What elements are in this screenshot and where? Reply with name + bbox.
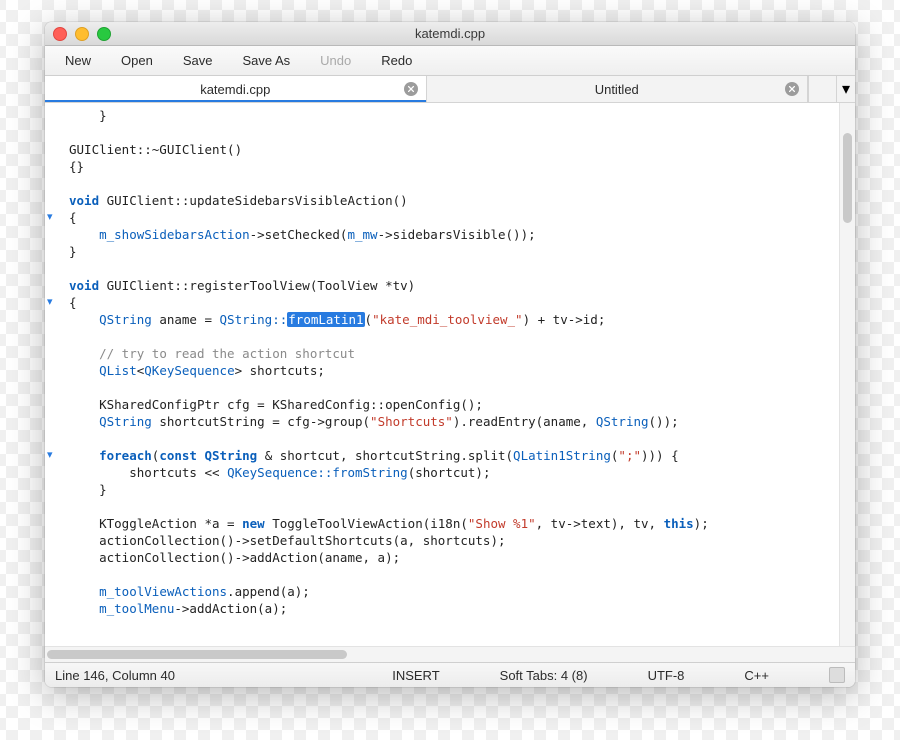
tab-katemdi-cpp[interactable]: katemdi.cpp [45, 76, 427, 102]
fold-marker-icon[interactable]: ▾ [47, 447, 53, 464]
tabbar-extras: ▾ [808, 76, 855, 102]
undo-button: Undo [306, 50, 365, 71]
open-button[interactable]: Open [107, 50, 167, 71]
code-line: // try to read the action shortcut [69, 345, 839, 362]
code-line [69, 124, 839, 141]
code-line [69, 566, 839, 583]
horizontal-scrollbar[interactable] [45, 646, 855, 662]
code-line: KSharedConfigPtr cfg = KSharedConfig::op… [69, 396, 839, 413]
window: katemdi.cpp New Open Save Save As Undo R… [45, 22, 855, 687]
code-line: { [69, 209, 839, 226]
code-line: void GUIClient::registerToolView(ToolVie… [69, 277, 839, 294]
toolbar: New Open Save Save As Undo Redo [45, 46, 855, 76]
statusbar: Line 146, Column 40 INSERT Soft Tabs: 4 … [45, 662, 855, 687]
code-line [69, 430, 839, 447]
status-cursor-position[interactable]: Line 146, Column 40 [55, 668, 175, 683]
titlebar: katemdi.cpp [45, 22, 855, 46]
code-line: m_toolViewActions.append(a); [69, 583, 839, 600]
status-edit-mode[interactable]: INSERT [392, 668, 439, 683]
tab-untitled[interactable]: Untitled [427, 76, 809, 102]
tabbar-spare[interactable] [809, 76, 837, 102]
code-line [69, 260, 839, 277]
code-line: m_showSidebarsAction->setChecked(m_mw->s… [69, 226, 839, 243]
code-line [69, 175, 839, 192]
window-title: katemdi.cpp [45, 26, 855, 41]
code-line: KToggleAction *a = new ToggleToolViewAct… [69, 515, 839, 532]
fold-marker-icon[interactable]: ▾ [47, 294, 53, 311]
fold-gutter[interactable]: ▾ ▾ ▾ [45, 103, 65, 646]
code-line: foreach(const QString & shortcut, shortc… [69, 447, 839, 464]
close-tab-icon[interactable] [785, 82, 799, 96]
code-line [69, 379, 839, 396]
code-editor[interactable]: } GUIClient::~GUIClient(){} void GUIClie… [65, 103, 839, 646]
vertical-scroll-thumb[interactable] [843, 133, 852, 223]
editor-area: ▾▾▾ } GUIClient::~GUIClient(){} void GUI… [45, 103, 855, 646]
save-as-button[interactable]: Save As [228, 50, 304, 71]
fold-marker-icon[interactable]: ▾ [47, 209, 53, 226]
tabbar-overflow-button[interactable]: ▾ [837, 76, 855, 102]
code-line: QString shortcutString = cfg->group("Sho… [69, 413, 839, 430]
vertical-scrollbar[interactable] [839, 103, 855, 646]
chevron-down-icon: ▾ [842, 79, 850, 99]
code-line: QString aname = QString::fromLatin1("kat… [69, 311, 839, 328]
redo-button[interactable]: Redo [367, 50, 426, 71]
code-line: } [69, 243, 839, 260]
code-line: actionCollection()->setDefaultShortcuts(… [69, 532, 839, 549]
horizontal-scroll-thumb[interactable] [47, 650, 347, 659]
status-encoding[interactable]: UTF-8 [648, 668, 685, 683]
code-line: actionCollection()->addAction(aname, a); [69, 549, 839, 566]
code-line: GUIClient::~GUIClient() [69, 141, 839, 158]
code-line: } [69, 107, 839, 124]
tab-label: Untitled [595, 82, 639, 97]
code-line: shortcuts << QKeySequence::fromString(sh… [69, 464, 839, 481]
code-line: {} [69, 158, 839, 175]
code-line [69, 328, 839, 345]
code-line: m_toolMenu->addAction(a); [69, 600, 839, 617]
code-line: { [69, 294, 839, 311]
close-tab-icon[interactable] [404, 82, 418, 96]
tab-label: katemdi.cpp [200, 82, 270, 97]
status-knob[interactable] [829, 667, 845, 683]
code-line: } [69, 481, 839, 498]
code-line [69, 498, 839, 515]
code-line: QList<QKeySequence> shortcuts; [69, 362, 839, 379]
tabbar: katemdi.cpp Untitled ▾ [45, 76, 855, 103]
save-button[interactable]: Save [169, 50, 227, 71]
new-button[interactable]: New [51, 50, 105, 71]
code-line: void GUIClient::updateSidebarsVisibleAct… [69, 192, 839, 209]
status-language[interactable]: C++ [744, 668, 769, 683]
status-tabs[interactable]: Soft Tabs: 4 (8) [500, 668, 588, 683]
